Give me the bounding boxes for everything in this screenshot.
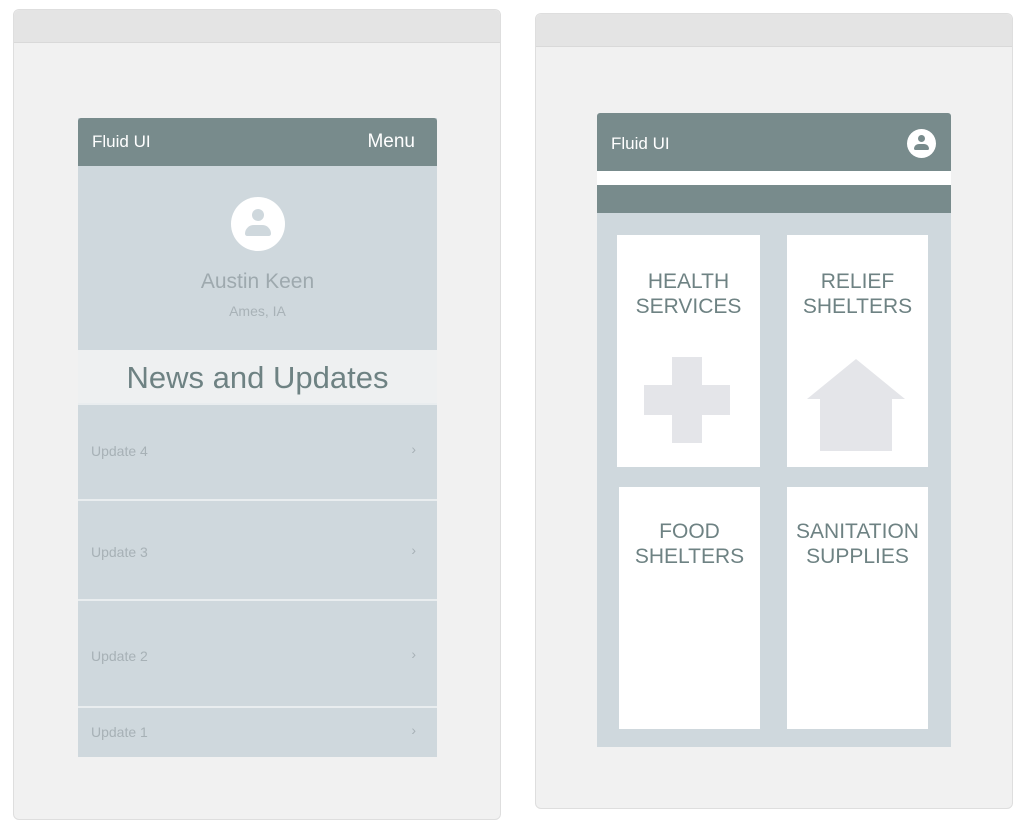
update-label: Update 4 xyxy=(91,443,148,459)
app-header: Fluid UI xyxy=(597,113,951,171)
cross-horizontal-bar xyxy=(644,385,730,415)
tile-label-line: SANITATION xyxy=(796,520,919,543)
update-label: Update 2 xyxy=(91,648,148,664)
update-list-item[interactable]: Update 4 › xyxy=(78,403,437,500)
avatar-body xyxy=(245,225,271,236)
tile-relief-shelters[interactable]: RELIEF SHELTERS xyxy=(787,235,928,467)
profile-screen: Fluid UI Menu Austin Keen Ames, IA News … xyxy=(78,118,437,757)
app-header: Fluid UI Menu xyxy=(78,118,437,166)
device-top-bar xyxy=(536,14,1012,47)
account-head xyxy=(918,135,925,142)
chevron-right-icon: › xyxy=(411,542,416,558)
news-header: News and Updates xyxy=(78,350,437,403)
update-list-item[interactable]: Update 2 › xyxy=(78,599,437,707)
chevron-right-icon: › xyxy=(411,441,416,457)
sub-header-bar xyxy=(597,185,951,213)
tile-label-line: SERVICES xyxy=(635,295,742,318)
account-icon[interactable] xyxy=(907,129,936,158)
tile-label: FOOD SHELTERS xyxy=(619,519,760,569)
tile-label-line: RELIEF xyxy=(820,270,895,293)
tile-grid: HEALTH SERVICES RELIEF SHELTERS FOOD SHE… xyxy=(597,213,951,747)
menu-button[interactable]: Menu xyxy=(367,131,415,153)
tile-label: HEALTH SERVICES xyxy=(617,269,760,319)
tile-food-shelters[interactable]: FOOD SHELTERS xyxy=(619,487,760,729)
chevron-right-icon: › xyxy=(411,646,416,662)
tile-label-line: HEALTH xyxy=(647,270,730,293)
tile-label-line: SHELTERS xyxy=(802,295,913,318)
tile-label: SANITATION SUPPLIES xyxy=(787,519,928,569)
brand-label: Fluid UI xyxy=(92,132,151,151)
account-body xyxy=(914,144,929,150)
profile-name: Austin Keen xyxy=(200,270,315,293)
update-list-item[interactable]: Update 3 › xyxy=(78,499,437,600)
update-label: Update 3 xyxy=(91,544,148,560)
avatar-head xyxy=(252,209,264,221)
news-heading: News and Updates xyxy=(126,360,389,395)
update-list-item[interactable]: Update 1 › xyxy=(78,706,437,757)
brand-label: Fluid UI xyxy=(611,134,670,153)
tile-label-line: SHELTERS xyxy=(634,545,745,568)
tile-health-services[interactable]: HEALTH SERVICES xyxy=(617,235,760,467)
header-spacer xyxy=(597,171,951,185)
services-screen: Fluid UI HEALTH SERVICES RELIEF SHELTERS xyxy=(597,113,951,747)
update-label: Update 1 xyxy=(91,724,148,740)
tile-label: RELIEF SHELTERS xyxy=(787,269,928,319)
chevron-right-icon: › xyxy=(411,722,416,738)
profile-location: Ames, IA xyxy=(229,303,286,319)
tile-label-line: SUPPLIES xyxy=(806,545,909,568)
tile-label-line: FOOD xyxy=(659,520,720,543)
tile-sanitation-supplies[interactable]: SANITATION SUPPLIES xyxy=(787,487,928,729)
device-top-bar xyxy=(14,10,500,43)
house-icon xyxy=(807,359,905,451)
avatar-icon xyxy=(231,197,285,251)
